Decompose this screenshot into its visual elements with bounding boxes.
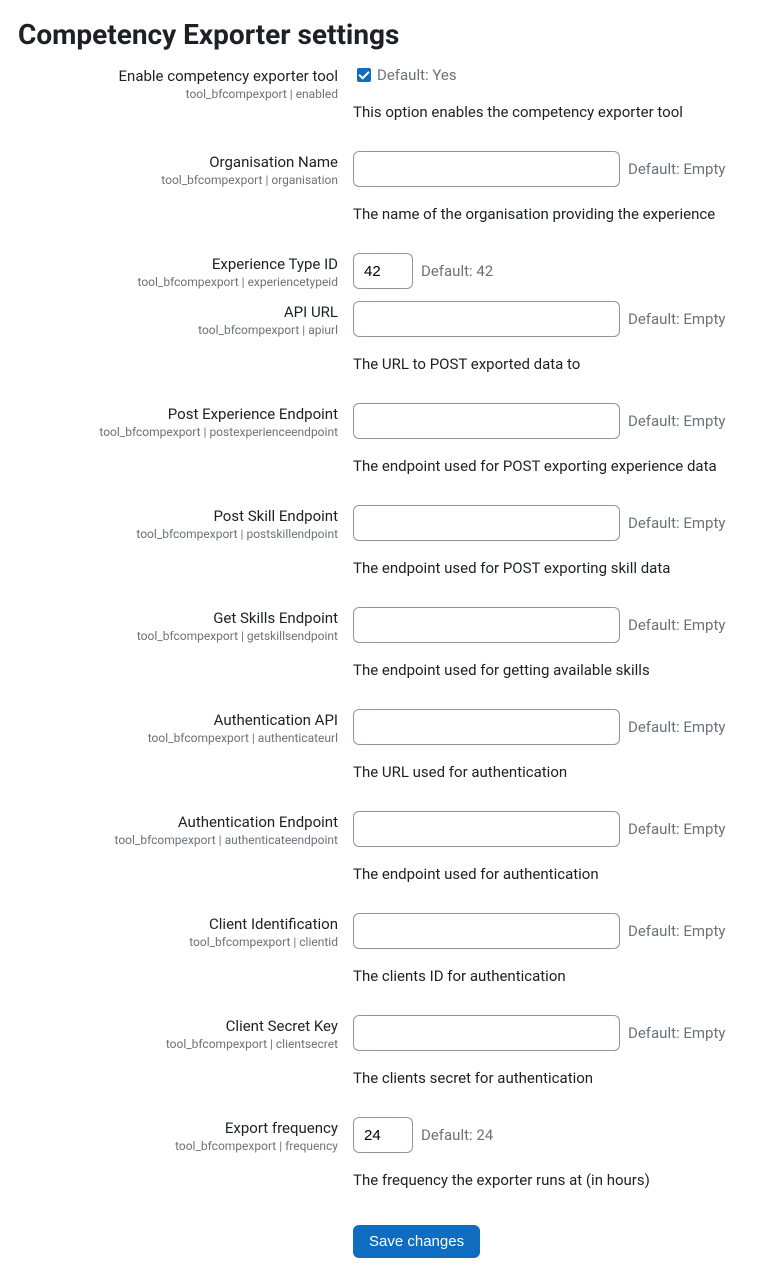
save-button[interactable]: Save changes [353, 1225, 480, 1258]
setting-input[interactable] [353, 301, 620, 337]
setting-key: tool_bfcompexport | frequency [18, 1139, 338, 1153]
page-title: Competency Exporter settings [18, 18, 740, 51]
setting-input[interactable] [353, 607, 620, 643]
setting-key: tool_bfcompexport | enabled [18, 87, 338, 101]
setting-input[interactable] [353, 1015, 620, 1051]
setting-description: The endpoint used for authentication [353, 865, 740, 883]
setting-description: The URL to POST exported data to [353, 355, 740, 373]
setting-label: Organisation Name [18, 153, 338, 171]
setting-key: tool_bfcompexport | experiencetypeid [18, 275, 338, 289]
setting-checkbox[interactable] [357, 68, 371, 82]
setting-key: tool_bfcompexport | getskillsendpoint [18, 629, 338, 643]
default-text: Default: 24 [421, 1126, 493, 1144]
default-text: Default: Empty [628, 820, 725, 838]
default-text: Default: Empty [628, 616, 725, 634]
default-text: Default: 42 [421, 262, 493, 280]
setting-description: The URL used for authentication [353, 763, 740, 781]
setting-label: Authentication API [18, 711, 338, 729]
default-text: Default: Empty [628, 412, 725, 430]
setting-input[interactable] [353, 913, 620, 949]
default-text: Default: Empty [628, 514, 725, 532]
default-text: Default: Empty [628, 1024, 725, 1042]
setting-key: tool_bfcompexport | clientsecret [18, 1037, 338, 1051]
setting-description: The endpoint used for getting available … [353, 661, 740, 679]
setting-label: Client Identification [18, 915, 338, 933]
setting-label: Authentication Endpoint [18, 813, 338, 831]
setting-input[interactable] [353, 403, 620, 439]
setting-label: Enable competency exporter tool [18, 67, 338, 85]
setting-label: Client Secret Key [18, 1017, 338, 1035]
default-text: Default: Empty [628, 922, 725, 940]
setting-label: Export frequency [18, 1119, 338, 1137]
default-text: Default: Empty [628, 310, 725, 328]
setting-label: Experience Type ID [18, 255, 338, 273]
setting-description: This option enables the competency expor… [353, 103, 740, 121]
setting-input[interactable] [353, 811, 620, 847]
setting-input[interactable] [353, 1117, 413, 1153]
setting-input[interactable] [353, 151, 620, 187]
setting-description: The clients ID for authentication [353, 967, 740, 985]
setting-input[interactable] [353, 253, 413, 289]
setting-description: The name of the organisation providing t… [353, 205, 740, 223]
setting-label: Get Skills Endpoint [18, 609, 338, 627]
setting-input[interactable] [353, 709, 620, 745]
setting-description: The clients secret for authentication [353, 1069, 740, 1087]
default-text: Default: Empty [628, 160, 725, 178]
setting-label: Post Experience Endpoint [18, 405, 338, 423]
setting-description: The endpoint used for POST exporting exp… [353, 457, 740, 475]
default-text: Default: Empty [628, 718, 725, 736]
setting-key: tool_bfcompexport | postskillendpoint [18, 527, 338, 541]
setting-input[interactable] [353, 505, 620, 541]
setting-key: tool_bfcompexport | apiurl [18, 323, 338, 337]
setting-label: Post Skill Endpoint [18, 507, 338, 525]
setting-key: tool_bfcompexport | organisation [18, 173, 338, 187]
setting-key: tool_bfcompexport | postexperienceendpoi… [18, 425, 338, 439]
default-text: Default: Yes [377, 66, 457, 84]
setting-label: API URL [18, 303, 338, 321]
setting-key: tool_bfcompexport | authenticateurl [18, 731, 338, 745]
setting-key: tool_bfcompexport | clientid [18, 935, 338, 949]
setting-description: The frequency the exporter runs at (in h… [353, 1171, 740, 1189]
setting-key: tool_bfcompexport | authenticateendpoint [18, 833, 338, 847]
setting-description: The endpoint used for POST exporting ski… [353, 559, 740, 577]
